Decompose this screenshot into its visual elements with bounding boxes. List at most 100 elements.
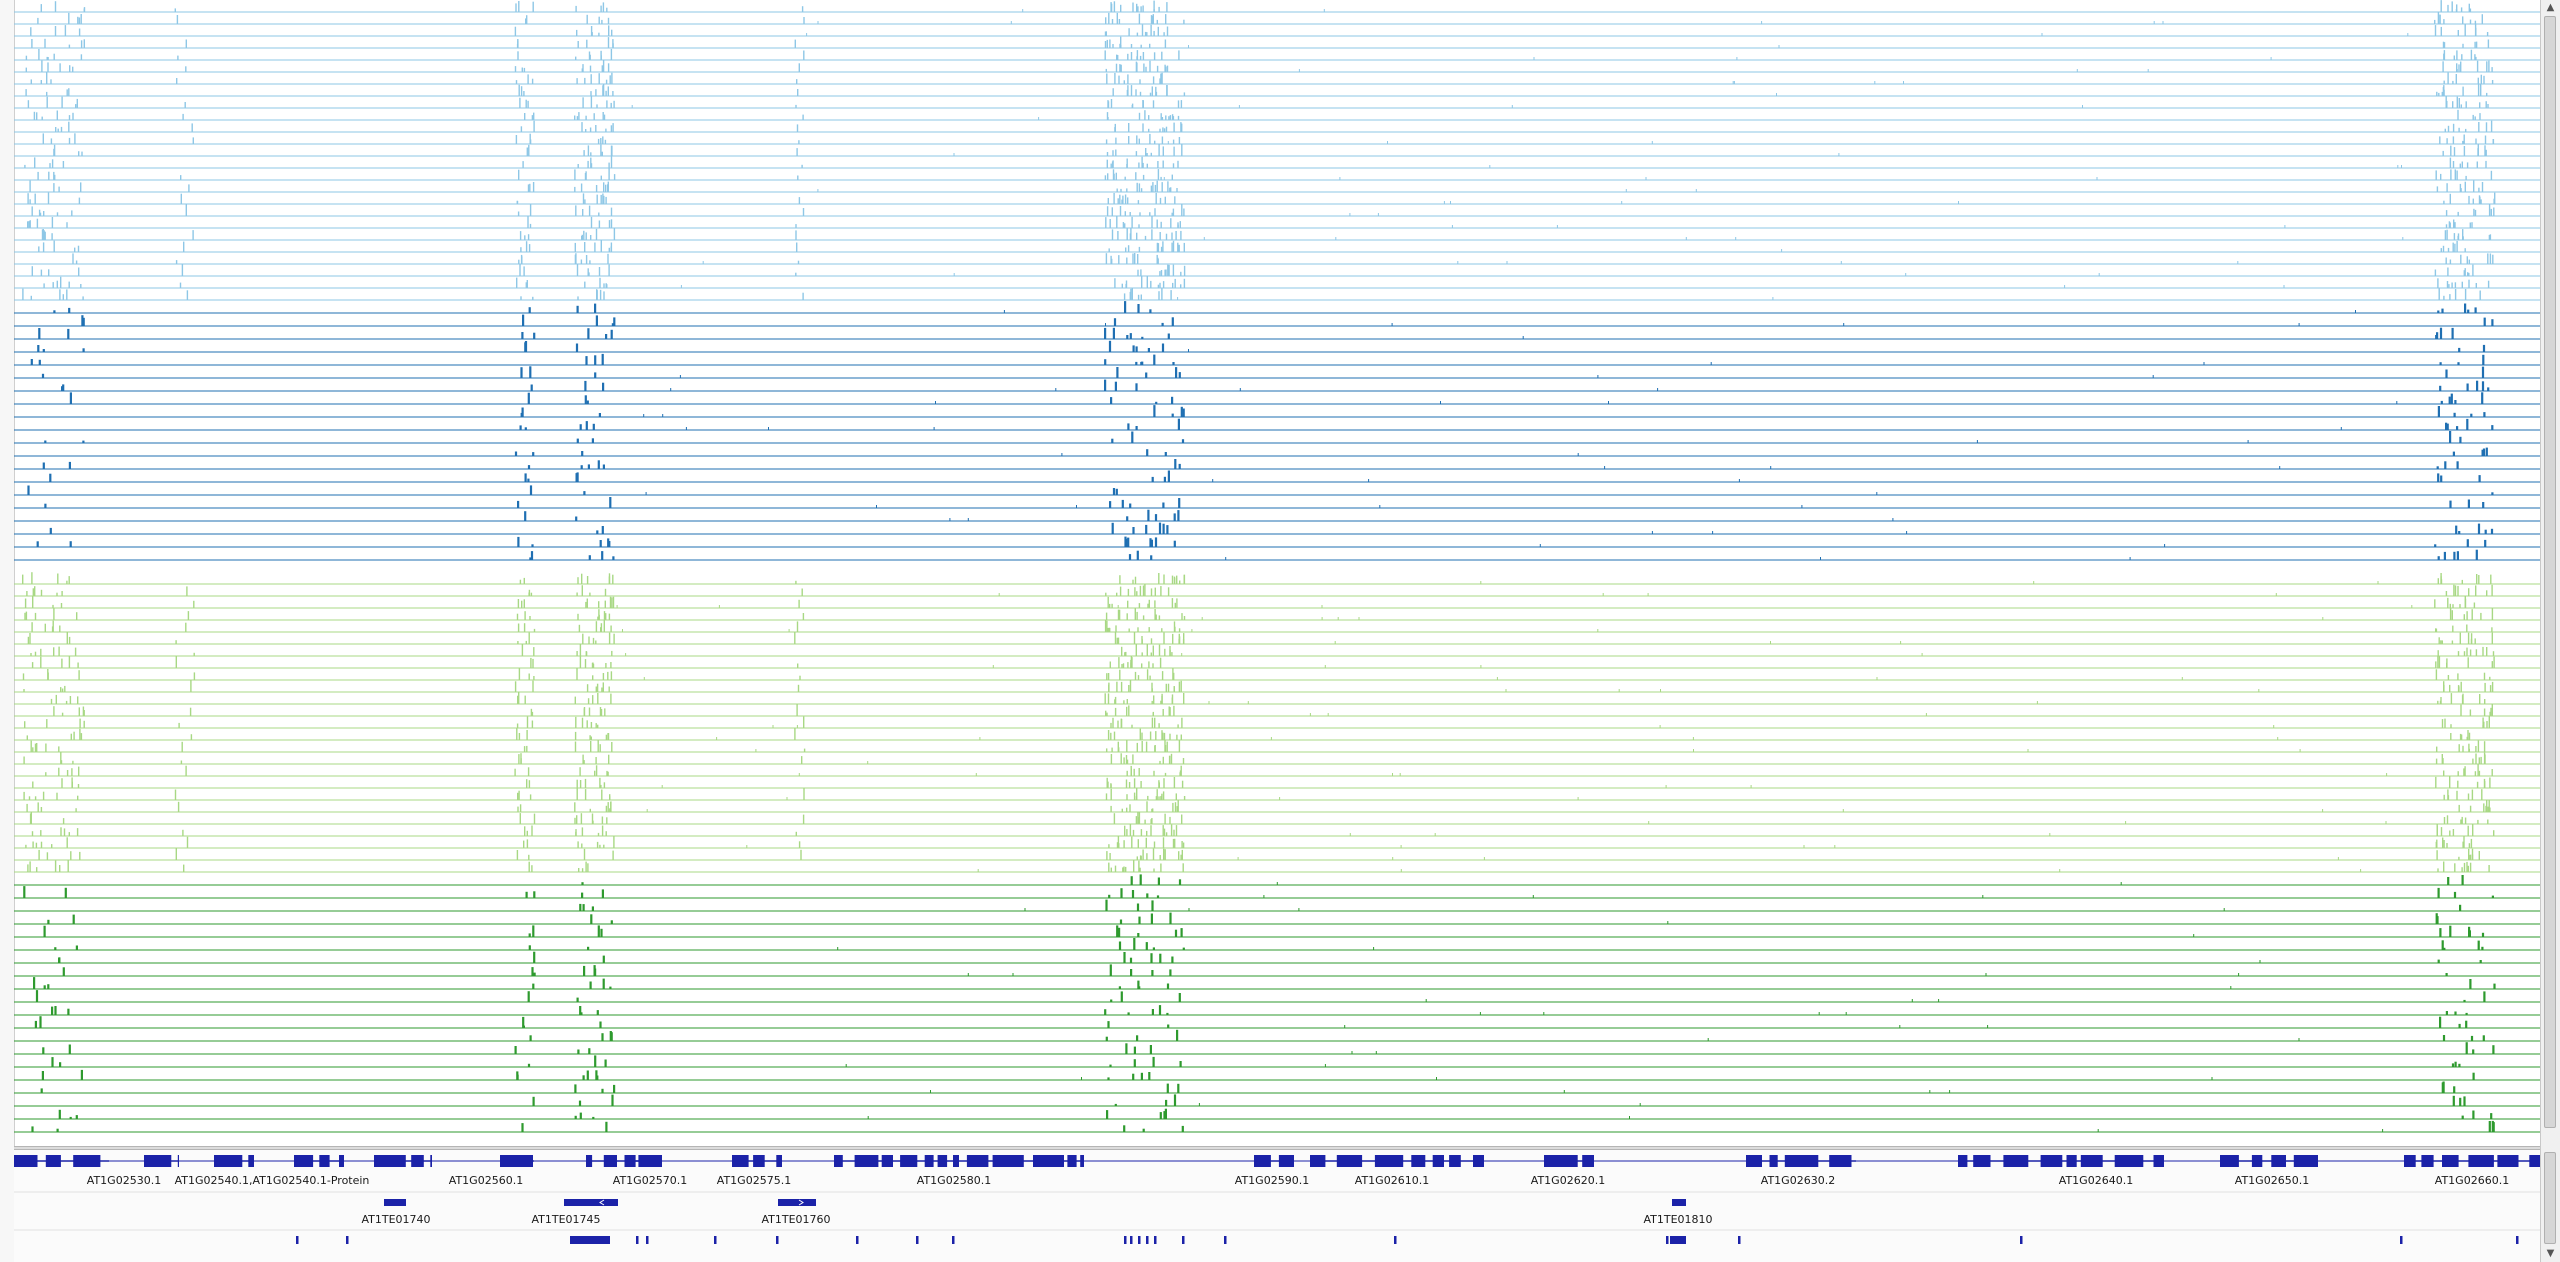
gene-exon[interactable]: [374, 1155, 406, 1167]
gene-exon[interactable]: [641, 1155, 662, 1167]
repeat-feature[interactable]: [1154, 1236, 1157, 1244]
gene-exon[interactable]: [2080, 1155, 2103, 1167]
repeat-feature[interactable]: [856, 1236, 859, 1244]
gene-exon[interactable]: [214, 1155, 243, 1167]
repeat-feature[interactable]: [296, 1236, 299, 1244]
gene-exon[interactable]: [339, 1155, 344, 1167]
data-panel-scroll-thumb[interactable]: [2544, 16, 2556, 1128]
feature-track-panel[interactable]: AT1G02530.1 AT1G02540.1,AT1G02540.1-Prot…: [14, 1150, 2540, 1262]
gene-exon[interactable]: [2404, 1155, 2416, 1167]
gene-exon[interactable]: [14, 1155, 38, 1167]
repeat-feature[interactable]: [1138, 1236, 1141, 1244]
gene-exon[interactable]: [2529, 1155, 2540, 1167]
gene-exon[interactable]: [2153, 1155, 2165, 1167]
gene-exon[interactable]: [2220, 1155, 2239, 1167]
gene-exon[interactable]: [937, 1155, 948, 1167]
gene-exon[interactable]: [1973, 1155, 1991, 1167]
gene-exon[interactable]: [411, 1155, 424, 1167]
repeat-feature[interactable]: [916, 1236, 919, 1244]
gene-exon[interactable]: [1449, 1155, 1461, 1167]
gene-exon[interactable]: [854, 1155, 879, 1167]
repeat-feature[interactable]: [636, 1236, 639, 1244]
gene-exon[interactable]: [248, 1155, 254, 1167]
gene-exon[interactable]: [953, 1155, 959, 1167]
gene-exon[interactable]: [1310, 1155, 1326, 1167]
gene-exon[interactable]: [2003, 1155, 2029, 1167]
repeat-feature[interactable]: [1146, 1236, 1149, 1244]
gene-exon[interactable]: [2442, 1155, 2459, 1167]
gene-exon[interactable]: [1278, 1155, 1294, 1167]
gene-exon[interactable]: [1374, 1155, 1404, 1167]
repeat-feature[interactable]: [1670, 1236, 1686, 1244]
transposon-feature[interactable]: [1672, 1199, 1686, 1206]
gene-exon[interactable]: [1411, 1155, 1426, 1167]
gene-exon[interactable]: [2066, 1155, 2077, 1167]
gene-exon[interactable]: [628, 1155, 636, 1167]
gene-exon[interactable]: [1769, 1155, 1778, 1167]
repeat-feature[interactable]: [776, 1236, 779, 1244]
scroll-up-icon[interactable]: ▲: [2543, 1, 2558, 15]
gene-exon[interactable]: [732, 1155, 749, 1167]
repeat-feature[interactable]: [1224, 1236, 1227, 1244]
gene-exon[interactable]: [586, 1155, 593, 1167]
gene-exon[interactable]: [1254, 1155, 1271, 1167]
gene-exon[interactable]: [144, 1155, 172, 1167]
gene-exon[interactable]: [430, 1155, 432, 1167]
gene-exon[interactable]: [2040, 1155, 2063, 1167]
gene-exon[interactable]: [1336, 1155, 1363, 1167]
gene-exon[interactable]: [177, 1155, 179, 1167]
data-track-panel[interactable]: [14, 0, 2540, 1146]
gene-exon[interactable]: [1784, 1155, 1819, 1167]
feature-panel-scroll-thumb[interactable]: [2544, 1152, 2556, 1244]
gene-exon[interactable]: [294, 1155, 314, 1167]
repeat-feature[interactable]: [346, 1236, 349, 1244]
repeat-feature[interactable]: [714, 1236, 717, 1244]
repeat-feature[interactable]: [1738, 1236, 1741, 1244]
repeat-feature[interactable]: [1666, 1236, 1669, 1244]
gene-exon[interactable]: [45, 1155, 61, 1167]
repeat-feature[interactable]: [1394, 1236, 1397, 1244]
gene-exon[interactable]: [500, 1155, 533, 1167]
repeat-feature[interactable]: [2516, 1236, 2519, 1244]
gene-exon[interactable]: [2114, 1155, 2144, 1167]
gene-exon[interactable]: [1958, 1155, 1968, 1167]
gene-exon[interactable]: [2421, 1155, 2434, 1167]
repeat-feature[interactable]: [1130, 1236, 1133, 1244]
repeat-feature[interactable]: [2400, 1236, 2403, 1244]
transposon-feature[interactable]: [384, 1199, 406, 1206]
gene-exon[interactable]: [966, 1155, 989, 1167]
scroll-down-icon[interactable]: ▼: [2543, 1247, 2558, 1261]
gene-exon[interactable]: [2293, 1155, 2318, 1167]
gene-exon[interactable]: [753, 1155, 765, 1167]
repeat-feature[interactable]: [952, 1236, 955, 1244]
repeat-feature[interactable]: [1124, 1236, 1127, 1244]
vertical-scrollbar[interactable]: ▲ ▼: [2540, 0, 2560, 1262]
gene-exon[interactable]: [834, 1155, 843, 1167]
gene-exon[interactable]: [1829, 1155, 1852, 1167]
gene-exon[interactable]: [1033, 1155, 1064, 1167]
gene-exon[interactable]: [1080, 1155, 1084, 1167]
gene-exon[interactable]: [881, 1155, 893, 1167]
gene-exon[interactable]: [1473, 1155, 1484, 1167]
gene-exon[interactable]: [319, 1155, 330, 1167]
gene-exon[interactable]: [1432, 1155, 1444, 1167]
gene-exon[interactable]: [2251, 1155, 2263, 1167]
gene-exon[interactable]: [1544, 1155, 1578, 1167]
gene-exon[interactable]: [2468, 1155, 2494, 1167]
repeat-feature[interactable]: [1182, 1236, 1185, 1244]
gene-exon[interactable]: [2271, 1155, 2286, 1167]
gene-exon[interactable]: [900, 1155, 918, 1167]
repeat-feature[interactable]: [2020, 1236, 2023, 1244]
gene-exon[interactable]: [73, 1155, 101, 1167]
gene-exon[interactable]: [1746, 1155, 1762, 1167]
gene-exon[interactable]: [924, 1155, 934, 1167]
gene-exon[interactable]: [1067, 1155, 1077, 1167]
repeat-feature[interactable]: [570, 1236, 610, 1244]
gene-exon[interactable]: [1582, 1155, 1594, 1167]
gene-exon[interactable]: [776, 1155, 782, 1167]
gene-exon[interactable]: [603, 1155, 617, 1167]
transposon-feature[interactable]: [564, 1199, 618, 1206]
gene-exon[interactable]: [992, 1155, 1024, 1167]
gene-exon[interactable]: [2497, 1155, 2519, 1167]
transposon-feature[interactable]: [778, 1199, 816, 1206]
